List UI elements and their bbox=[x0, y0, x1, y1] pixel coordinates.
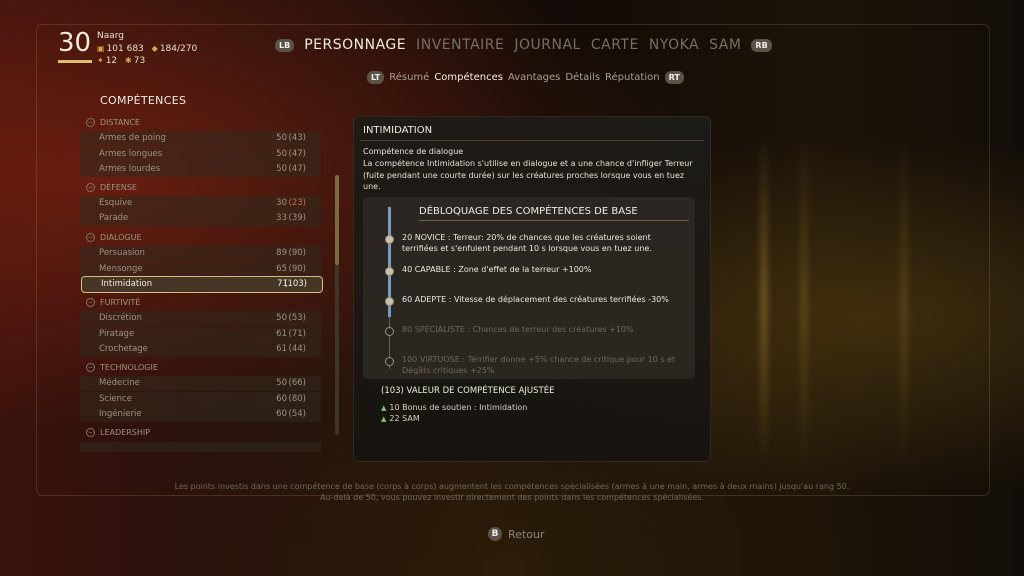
arrow-up-icon: ▲ bbox=[381, 415, 387, 423]
money-value: 101 683 bbox=[106, 44, 144, 54]
skill-detail-panel: INTIMIDATION Compétence de dialogue La c… bbox=[353, 116, 711, 462]
footer-line-2: Au-delà de 50, vous pouvez investir dire… bbox=[320, 493, 704, 502]
skills-list: − DISTANCE Armes de poing 50 (43) Armes lon… bbox=[80, 117, 336, 452]
tab-personnage[interactable]: PERSONNAGE bbox=[304, 37, 406, 53]
subtab-resume[interactable]: Résumé bbox=[389, 72, 429, 83]
subtab-competences[interactable]: Compétences bbox=[434, 72, 503, 83]
collapse-icon: − bbox=[86, 298, 95, 307]
scrollbar-thumb[interactable] bbox=[335, 175, 339, 265]
skills-title: COMPÉTENCES bbox=[100, 94, 187, 107]
skill-row[interactable]: Armes lourdes 50 (47) bbox=[80, 162, 321, 177]
category-furtivite: − FURTIVITÉ bbox=[86, 298, 141, 307]
skill-row-selected[interactable]: Intimidation 71 (103) bbox=[81, 276, 323, 293]
stat-a-value: 12 bbox=[105, 56, 118, 66]
collapse-icon: − bbox=[86, 428, 95, 437]
money-icon: ▣ bbox=[97, 44, 105, 53]
light-ray bbox=[800, 130, 808, 470]
collapse-icon: − bbox=[86, 233, 95, 242]
category-technologie: − TECHNOLOGIE bbox=[86, 363, 158, 372]
main-tabs: LB PERSONNAGE INVENTAIRE JOURNAL CARTE N… bbox=[275, 37, 772, 53]
attribute-icon: ✦ bbox=[97, 56, 104, 65]
lt-button[interactable]: LT bbox=[367, 71, 385, 84]
tab-journal[interactable]: JOURNAL bbox=[514, 37, 580, 53]
category-leadership: − LEADERSHIP bbox=[86, 428, 151, 437]
category-defense: − DÉFENSE bbox=[86, 183, 137, 192]
tier-virtuose: 100 VIRTUOSE : Terrifier donne +5% chanc… bbox=[402, 355, 676, 375]
divider bbox=[360, 140, 704, 141]
skill-row[interactable]: Crochetage 61 (44) bbox=[80, 342, 321, 357]
subtab-reputation[interactable]: Réputation bbox=[605, 72, 660, 83]
tier-node bbox=[385, 327, 394, 336]
skill-row[interactable]: Mensonge 65 (90) bbox=[80, 262, 321, 277]
unlock-box: DÉBLOQUAGE DES COMPÉTENCES DE BASE 20 NO… bbox=[363, 197, 695, 379]
category-distance: − DISTANCE bbox=[86, 118, 140, 127]
skill-row[interactable]: Armes de poing 50 (43) bbox=[80, 131, 321, 146]
collapse-icon: − bbox=[86, 363, 95, 372]
back-label: Retour bbox=[508, 527, 545, 541]
tab-carte[interactable]: CARTE bbox=[591, 37, 639, 53]
detail-subtitle: Compétence de dialogue bbox=[363, 147, 464, 156]
skill-row[interactable]: Persuasion 89 (90) bbox=[80, 246, 321, 261]
collapse-icon: − bbox=[86, 183, 95, 192]
tier-specialiste: 80 SPÉCIALISTE : Chances de terreur des … bbox=[402, 325, 634, 334]
skill-row-partial[interactable] bbox=[80, 442, 321, 452]
ornament-line bbox=[419, 220, 689, 221]
carry-value: 184/270 bbox=[159, 44, 198, 54]
player-name: Naarg bbox=[97, 31, 125, 41]
skill-row[interactable]: Ingénierie 60 (54) bbox=[80, 407, 321, 422]
weight-icon: ◆ bbox=[151, 44, 158, 53]
subtab-avantages[interactable]: Avantages bbox=[508, 72, 560, 83]
category-dialogue: − DIALOGUE bbox=[86, 233, 142, 242]
b-button-icon: B bbox=[488, 527, 502, 541]
skill-row[interactable]: Médecine 50 (66) bbox=[80, 376, 321, 391]
unlock-title: DÉBLOQUAGE DES COMPÉTENCES DE BASE bbox=[419, 206, 638, 217]
player-level: 30 bbox=[58, 28, 92, 58]
skill-row[interactable]: Armes longues 50 (47) bbox=[80, 147, 321, 162]
back-button[interactable]: B Retour bbox=[488, 527, 544, 541]
skill-row[interactable]: Piratage 61 (71) bbox=[80, 327, 321, 342]
collapse-icon: − bbox=[86, 118, 95, 127]
bonus-row: ▲ 10 Bonus de soutien : Intimidation bbox=[381, 403, 528, 412]
tier-novice: 20 NOVICE : Terreur: 20% de chances que … bbox=[402, 233, 652, 253]
arrow-up-icon: ▲ bbox=[381, 404, 387, 412]
player-stats: ▣ 101 683 ◆ 184/270 ✦ 12 ✱ 73 bbox=[97, 43, 197, 67]
footer-hint: Les points investis dans une compétence … bbox=[0, 481, 1024, 503]
adjusted-value: (103) VALEUR DE COMPÉTENCE AJUSTÉE bbox=[381, 386, 555, 396]
stat-b-value: 73 bbox=[133, 56, 146, 66]
bonus-row: ▲ 22 SAM bbox=[381, 414, 420, 423]
footer-line-1: Les points investis dans une compétence … bbox=[174, 482, 850, 491]
tier-node bbox=[385, 267, 394, 276]
tier-adepte: 60 ADEPTE : Vitesse de déplacement des c… bbox=[402, 295, 669, 304]
subtab-details[interactable]: Détails bbox=[565, 72, 600, 83]
light-ray bbox=[760, 130, 768, 470]
detail-description: La compétence Intimidation s'utilise en … bbox=[363, 159, 693, 191]
light-ray bbox=[900, 130, 908, 470]
tier-node bbox=[385, 357, 394, 366]
tier-node bbox=[385, 297, 394, 306]
detail-title: INTIMIDATION bbox=[363, 125, 433, 136]
tab-nyoka[interactable]: NYOKA bbox=[649, 37, 699, 53]
lb-button[interactable]: LB bbox=[275, 38, 295, 52]
xp-bar bbox=[58, 60, 92, 63]
skill-row[interactable]: Parade 33 (39) bbox=[80, 211, 321, 226]
rt-button[interactable]: RT bbox=[664, 71, 684, 84]
perk-icon: ✱ bbox=[125, 56, 132, 65]
tab-inventaire[interactable]: INVENTAIRE bbox=[416, 37, 504, 53]
tier-node bbox=[385, 235, 394, 244]
tab-sam[interactable]: SAM bbox=[709, 37, 741, 53]
sub-tabs: LT Résumé Compétences Avantages Détails … bbox=[367, 71, 684, 84]
rb-button[interactable]: RB bbox=[751, 38, 772, 52]
tier-capable: 40 CAPABLE : Zone d'effet de la terreur … bbox=[402, 265, 592, 274]
skill-row[interactable]: Discrétion 50 (53) bbox=[80, 311, 321, 326]
skill-row[interactable]: Esquive 30 (23) bbox=[80, 196, 321, 211]
skill-row[interactable]: Science 60 (80) bbox=[80, 392, 321, 407]
